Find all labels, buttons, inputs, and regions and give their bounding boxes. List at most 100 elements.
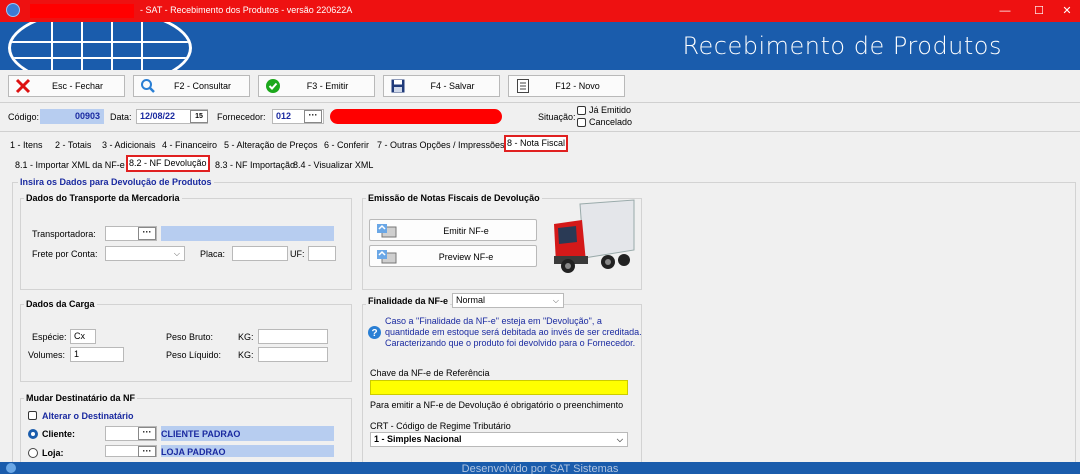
new-button[interactable]: F12 - Novo xyxy=(508,75,625,97)
cancelled-checkbox[interactable] xyxy=(577,118,586,127)
status-label: Situação: xyxy=(538,112,576,122)
freight-select[interactable]: ⌵ xyxy=(105,246,185,261)
tab-financeiro[interactable]: 4 - Financeiro xyxy=(160,138,219,153)
carrier-lookup-button[interactable]: ··· xyxy=(138,227,156,240)
save-icon xyxy=(391,79,405,93)
crt-select[interactable]: 1 - Simples Nacional ⌵ xyxy=(370,432,628,447)
volumes-label: Volumes: xyxy=(28,350,66,360)
nfe-preview-icon xyxy=(377,250,397,264)
already-emitted-checkbox[interactable] xyxy=(577,106,586,115)
save-button-label: F4 - Salvar xyxy=(430,81,475,91)
emit-nfe-button[interactable]: Emitir NF-e xyxy=(369,219,537,241)
banner-title: Recebimento de Produtos xyxy=(682,32,1002,60)
tab-adicionais[interactable]: 3 - Adicionais xyxy=(100,138,158,153)
close-window-button[interactable]: ✕ xyxy=(1052,3,1080,19)
purpose-info-line3: Caracterizando que o produto foi devolvi… xyxy=(385,338,636,348)
footer-bar: Desenvolvido por SAT Sistemas xyxy=(0,462,1080,474)
gross-weight-label: Peso Bruto: xyxy=(166,332,214,342)
change-recipient-label: Alterar o Destinatário xyxy=(42,411,134,421)
store-lookup-button[interactable]: ··· xyxy=(138,446,156,457)
toolbar: Esc - Fechar F2 - Consultar F3 - Emitir … xyxy=(0,70,1080,100)
client-lookup-button[interactable]: ··· xyxy=(138,427,156,440)
tab-importar-xml[interactable]: 8.1 - Importar XML da NF-e xyxy=(13,158,127,173)
uf-field[interactable] xyxy=(308,246,336,261)
gross-kg-label: KG: xyxy=(238,332,254,342)
tab-nota-fiscal[interactable]: 8 - Nota Fiscal xyxy=(503,135,569,152)
purpose-info-line2: quantidade em estoque será debitada ao i… xyxy=(385,327,642,337)
recipient-title: Mudar Destinatário da NF xyxy=(24,393,138,403)
info-icon: ? xyxy=(368,326,381,339)
already-emitted-label: Já Emitido xyxy=(589,105,632,115)
window-titlebar: - SAT - Recebimento dos Produtos - versã… xyxy=(0,0,1080,22)
client-radio[interactable] xyxy=(28,429,38,439)
tab-totais[interactable]: 2 - Totais xyxy=(53,138,93,153)
crt-selected-value: 1 - Simples Nacional xyxy=(374,434,462,444)
required-note: Para emitir a NF-e de Devolução é obriga… xyxy=(370,400,624,410)
date-value: 12/08/22 xyxy=(140,111,176,121)
tab-nf-devolucao[interactable]: 8.2 - NF Devolução xyxy=(126,155,210,172)
client-name-field: CLIENTE PADRAO xyxy=(161,426,334,441)
app-banner: Recebimento de Produtos xyxy=(0,22,1080,70)
freight-label: Frete por Conta: xyxy=(32,249,98,259)
window-title: - SAT - Recebimento dos Produtos - versã… xyxy=(140,5,353,15)
tab-nf-importacao[interactable]: 8.3 - NF Importação xyxy=(213,158,297,173)
cancelled-label: Cancelado xyxy=(589,117,633,127)
tab-visualizar-xml[interactable]: 8.4 - Visualizar XML xyxy=(291,158,375,173)
store-label: Loja: xyxy=(42,448,64,458)
emission-title: Emissão de Notas Fiscais de Devolução xyxy=(366,193,542,203)
redacted-supplier-name xyxy=(330,109,502,124)
species-field[interactable]: Cx xyxy=(70,329,96,344)
store-name-value: LOJA PADRAO xyxy=(161,447,226,457)
tab-alteracao-precos[interactable]: 5 - Alteração de Preços xyxy=(222,138,320,153)
cargo-title: Dados da Carga xyxy=(24,299,97,309)
preview-nfe-label: Preview NF-e xyxy=(438,252,494,262)
maximize-button[interactable]: ☐ xyxy=(1024,3,1054,19)
redacted-company-name xyxy=(30,4,134,18)
app-icon[interactable] xyxy=(6,3,20,17)
preview-nfe-button[interactable]: Preview NF-e xyxy=(369,245,537,267)
supplier-label: Fornecedor: xyxy=(217,112,266,122)
plate-field[interactable] xyxy=(232,246,288,261)
supplier-lookup-button[interactable]: ··· xyxy=(304,110,322,123)
new-button-label: F12 - Novo xyxy=(555,81,600,91)
code-label: Código: xyxy=(8,112,40,122)
save-button[interactable]: F4 - Salvar xyxy=(383,75,500,97)
change-recipient-checkbox[interactable] xyxy=(28,411,37,420)
globe-logo-icon xyxy=(8,22,192,70)
volumes-field[interactable]: 1 xyxy=(70,347,124,362)
footer-globe-icon xyxy=(6,463,16,473)
gross-weight-field[interactable] xyxy=(258,329,328,344)
transport-group xyxy=(20,198,352,290)
carrier-name-field xyxy=(161,226,334,241)
close-x-icon xyxy=(15,78,31,94)
tab-outras-opcoes[interactable]: 7 - Outras Opções / Impressões xyxy=(375,138,507,153)
code-field[interactable]: 00903 xyxy=(40,109,104,124)
minimize-button[interactable]: — xyxy=(990,3,1020,19)
carrier-label: Transportadora: xyxy=(32,229,96,239)
plate-label: Placa: xyxy=(200,249,226,259)
truck-icon xyxy=(554,199,635,273)
svg-text:?: ? xyxy=(371,328,377,339)
purpose-selected-value: Normal xyxy=(456,295,486,305)
store-radio[interactable] xyxy=(28,448,38,458)
ref-key-label: Chave da NF-e de Referência xyxy=(370,368,490,378)
emit-button[interactable]: F3 - Emitir xyxy=(258,75,375,97)
tab-conferir[interactable]: 6 - Conferir xyxy=(322,138,371,153)
purpose-select[interactable]: Normal ⌵ xyxy=(452,293,564,308)
client-name-value: CLIENTE PADRAO xyxy=(161,429,241,439)
consult-button[interactable]: F2 - Consultar xyxy=(133,75,250,97)
transport-title: Dados do Transporte da Mercadoria xyxy=(24,193,182,203)
consult-button-label: F2 - Consultar xyxy=(173,81,232,91)
new-doc-icon xyxy=(517,79,529,93)
net-weight-field[interactable] xyxy=(258,347,328,362)
net-kg-label: KG: xyxy=(238,350,254,360)
purpose-info-line1: Caso a "Finalidade da NF-e" esteja em "D… xyxy=(385,316,602,326)
close-button[interactable]: Esc - Fechar xyxy=(8,75,125,97)
net-weight-label: Peso Líquido: xyxy=(166,350,222,360)
check-icon xyxy=(266,79,280,93)
calendar-icon[interactable]: 15 xyxy=(190,110,208,123)
tab-itens[interactable]: 1 - Itens xyxy=(8,138,45,153)
supplier-code-value: 012 xyxy=(276,111,292,121)
nfe-icon xyxy=(377,224,397,238)
ref-key-field[interactable] xyxy=(370,380,628,395)
